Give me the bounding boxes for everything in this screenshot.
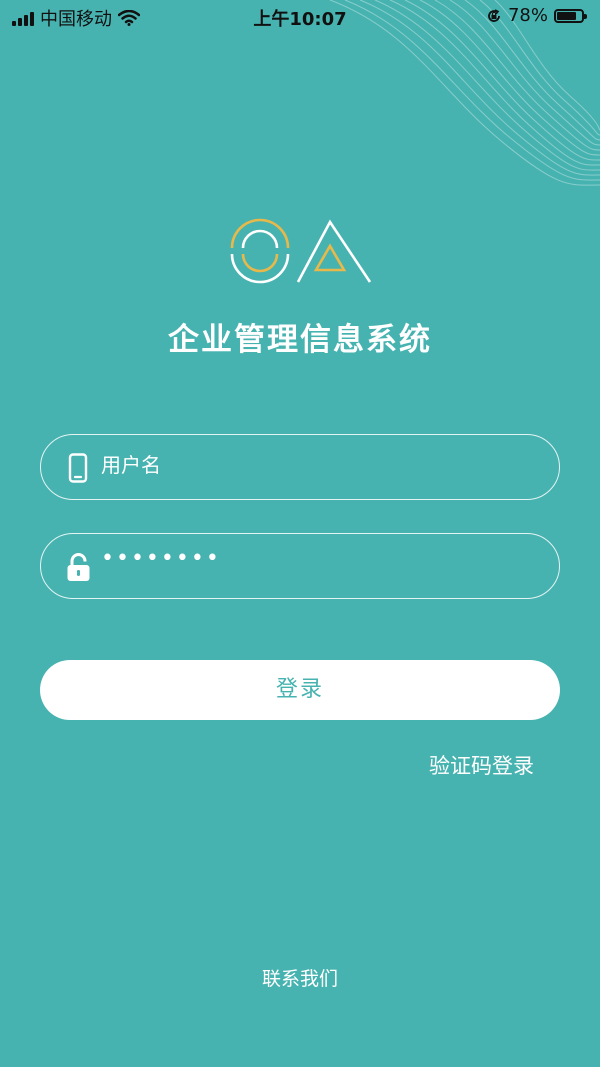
orientation-lock-icon bbox=[488, 8, 500, 22]
contact-us-link[interactable]: 联系我们 bbox=[0, 964, 600, 991]
battery-icon bbox=[554, 8, 587, 23]
lock-icon bbox=[67, 553, 90, 581]
battery-percent: 78% bbox=[507, 5, 548, 26]
phone-icon bbox=[68, 453, 88, 483]
password-field[interactable]: •••••••• bbox=[40, 533, 560, 599]
app-title: 企业管理信息系统 bbox=[168, 322, 432, 358]
username-placeholder: 用户名 bbox=[101, 453, 161, 477]
sms-login-link[interactable]: 验证码登录 bbox=[429, 750, 534, 780]
oa-logo bbox=[230, 218, 372, 284]
username-field[interactable]: 用户名 bbox=[40, 434, 560, 500]
status-bar: 中国移动 上午10:07 78% bbox=[0, 0, 600, 34]
login-button[interactable]: 登录 bbox=[40, 660, 560, 720]
login-screen: 中国移动 上午10:07 78% 企业管理信息系统 用户名 •••••••• 登… bbox=[0, 0, 600, 1067]
password-value: •••••••• bbox=[101, 546, 221, 571]
status-bar-right: 78% bbox=[486, 5, 587, 26]
